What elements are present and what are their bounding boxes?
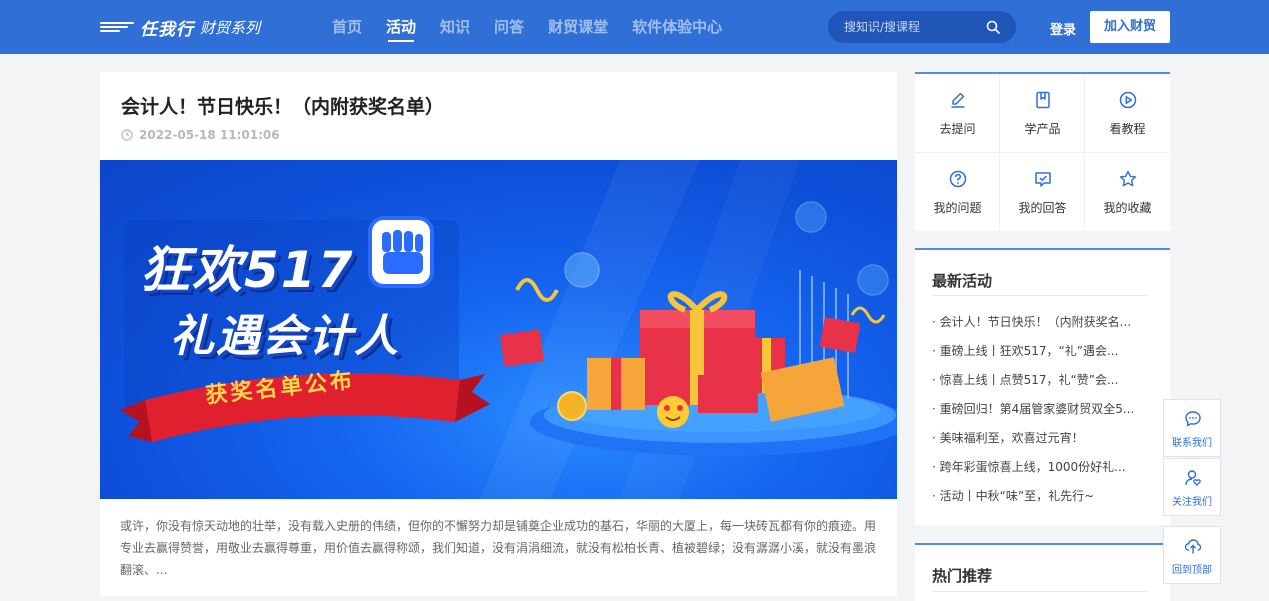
follow-us-button[interactable]: 关注我们: [1163, 458, 1221, 516]
float-label: 联系我们: [1172, 438, 1212, 449]
quick-label: 我的回答: [1018, 201, 1067, 215]
chat-icon: [1185, 411, 1201, 427]
book-icon: [1036, 91, 1050, 109]
article-banner: 狂欢517 礼遇会计人 获奖名单公布: [100, 160, 897, 499]
quick-learn-product[interactable]: 学产品: [1000, 74, 1085, 153]
logo-sub-text: 财贸系列: [200, 18, 261, 37]
float-label: 回到顶部: [1172, 565, 1212, 576]
nav-qa[interactable]: 问答: [494, 0, 524, 54]
banner-headline-2: 礼遇会计人: [170, 311, 400, 362]
latest-item[interactable]: · 跨年彩蛋惊喜上线，1000份好礼...: [932, 458, 1147, 487]
article-time-text: 2022-05-18 11:01:06: [139, 128, 280, 142]
logo-mark-icon: [100, 20, 134, 34]
nav-activity[interactable]: 活动: [386, 0, 416, 54]
nav-software-center[interactable]: 软件体验中心: [632, 0, 722, 54]
user-heart-icon: [1185, 470, 1201, 486]
quick-my-questions[interactable]: 我的问题: [915, 153, 1000, 231]
nav-home[interactable]: 首页: [332, 0, 362, 54]
latest-list: · 会计人！节日快乐！（内附获奖名... · 重磅上线丨狂欢517，“礼”遇会.…: [932, 313, 1147, 516]
brand-logo[interactable]: 任我行 财贸系列: [100, 15, 261, 40]
clock-icon: [121, 129, 133, 141]
latest-activities-panel: 最新活动 · 会计人！节日快乐！（内附获奖名... · 重磅上线丨狂欢517，“…: [915, 248, 1170, 525]
banner-headline-1: 狂欢517: [140, 241, 355, 299]
quick-my-answers[interactable]: 我的回答: [1000, 153, 1085, 231]
join-button[interactable]: 加入财贸: [1090, 11, 1170, 43]
nav-classroom[interactable]: 财贸课堂: [548, 0, 608, 54]
star-icon: [1119, 170, 1137, 187]
divider: [932, 591, 1147, 592]
float-label: 关注我们: [1172, 497, 1212, 508]
back-to-top-button[interactable]: 回到顶部: [1163, 526, 1221, 584]
quick-actions-panel: 去提问 学产品 看教程 我的问题 我的回答 我的收藏: [915, 72, 1170, 231]
quick-label: 我的问题: [933, 201, 982, 215]
quick-label: 我的收藏: [1103, 201, 1152, 215]
quick-label: 学产品: [1024, 122, 1061, 136]
top-navbar: 任我行 财贸系列 首页 活动 知识 问答 财贸课堂 软件体验中心 登录 加入财贸: [0, 0, 1269, 54]
nav-knowledge[interactable]: 知识: [440, 0, 470, 54]
logo-brand-text: 任我行: [140, 19, 194, 40]
main-nav: 首页 活动 知识 问答 财贸课堂 软件体验中心: [332, 0, 746, 54]
latest-item[interactable]: · 重磅回归！第4届管家婆财贸双全5...: [932, 400, 1147, 429]
answer-icon: [1035, 172, 1051, 187]
quick-my-favorites[interactable]: 我的收藏: [1085, 153, 1170, 231]
play-icon: [1119, 91, 1137, 109]
contact-us-button[interactable]: 联系我们: [1163, 399, 1221, 457]
quick-watch-tutorial[interactable]: 看教程: [1085, 74, 1170, 153]
latest-item[interactable]: · 惊喜上线丨点赞517，礼“赞”会...: [932, 371, 1147, 400]
hot-recommend-panel: 热门推荐: [915, 543, 1170, 601]
quick-label: 去提问: [939, 122, 976, 136]
search-input[interactable]: [844, 11, 984, 43]
login-link[interactable]: 登录: [1050, 19, 1076, 38]
cloud-upload-icon: [1184, 539, 1202, 554]
hot-title: 热门推荐: [932, 567, 993, 585]
article-excerpt: 或许，你没有惊天动地的壮举，没有载入史册的伟绩，但你的不懈努力却是铺奠企业成功的…: [120, 519, 877, 577]
latest-item[interactable]: · 活动丨中秋“味”至，礼先行~: [932, 487, 1147, 516]
latest-item[interactable]: · 会计人！节日快乐！（内附获奖名...: [932, 313, 1147, 342]
question-icon: [949, 170, 967, 188]
article-title: 会计人！节日快乐！（内附获奖名单）: [121, 96, 445, 118]
latest-item[interactable]: · 美味福利至，欢喜过元宵！: [932, 429, 1147, 458]
quick-label: 看教程: [1109, 122, 1146, 136]
article-timestamp: 2022-05-18 11:01:06: [121, 128, 280, 142]
quick-ask-question[interactable]: 去提问: [915, 74, 1000, 153]
latest-item[interactable]: · 重磅上线丨狂欢517，“礼”遇会...: [932, 342, 1147, 371]
latest-title: 最新活动: [932, 272, 993, 290]
article-card: 会计人！节日快乐！（内附获奖名单） 2022-05-18 11:01:06 狂欢…: [100, 72, 897, 596]
pencil-icon: [951, 92, 965, 108]
search-icon[interactable]: [986, 20, 1000, 34]
search-box: [828, 11, 1016, 43]
divider: [932, 295, 1147, 296]
